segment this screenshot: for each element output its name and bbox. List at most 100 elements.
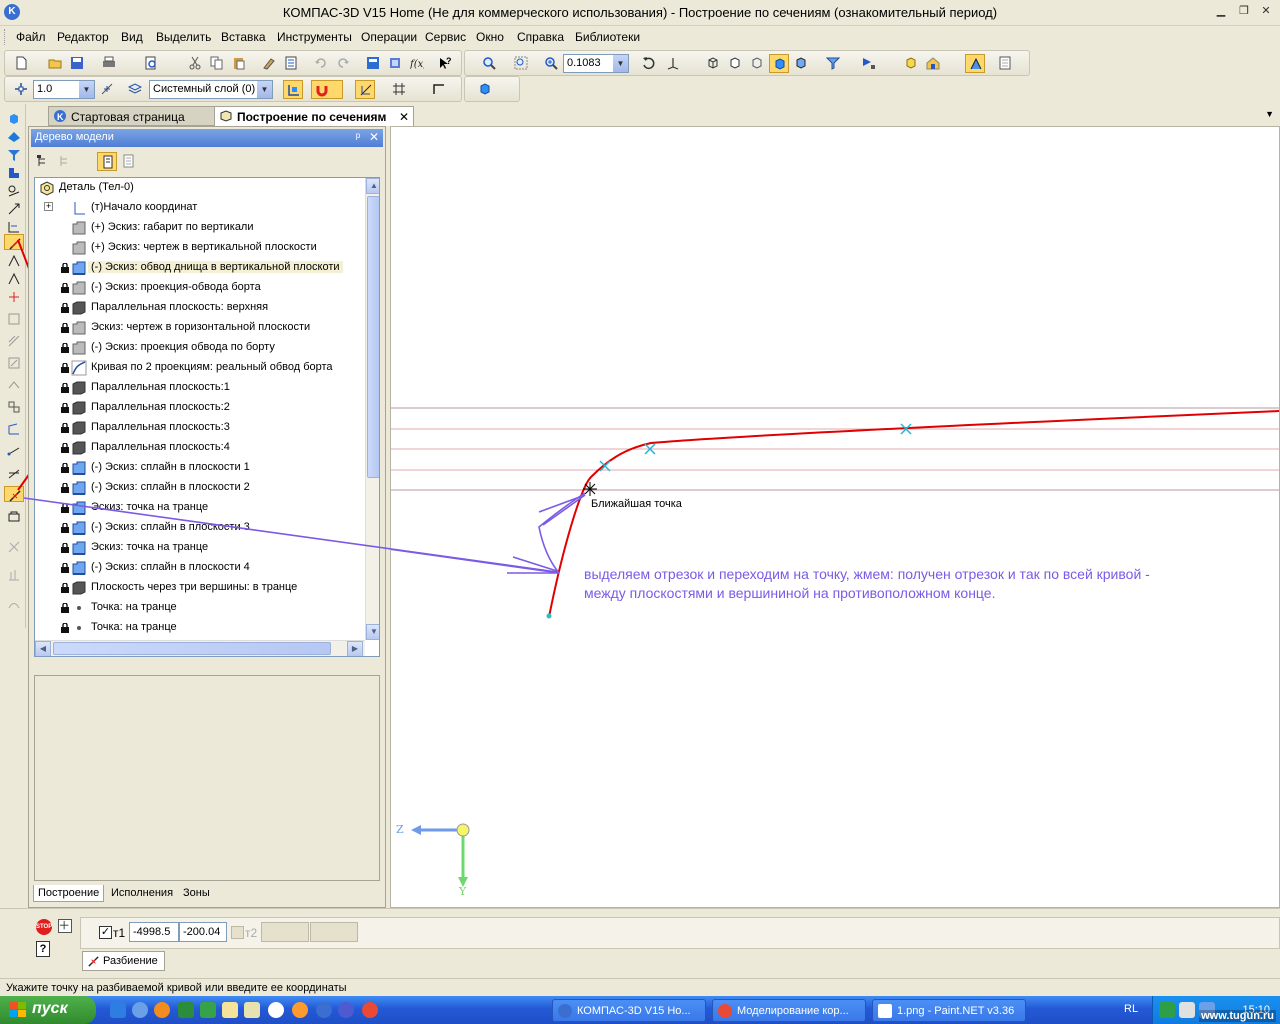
messenger-icon[interactable] <box>132 1002 148 1018</box>
menu-editor[interactable]: Редактор <box>57 30 109 44</box>
recycle-icon[interactable] <box>178 1002 194 1018</box>
ie-icon[interactable] <box>110 1002 126 1018</box>
undo-button[interactable] <box>311 54 331 73</box>
object-button[interactable] <box>901 54 921 73</box>
tab-construction[interactable]: Построение <box>33 885 105 902</box>
tabs-menu-icon[interactable]: ▼ <box>1265 109 1274 119</box>
redo-button[interactable] <box>333 54 353 73</box>
t1-checkbox[interactable]: ✓ <box>99 926 112 939</box>
shaded-button[interactable] <box>769 54 789 73</box>
copy-button[interactable] <box>207 54 227 73</box>
snap-button[interactable] <box>97 80 117 99</box>
pin-icon[interactable]: ᵖ <box>351 130 365 144</box>
tree-order-button[interactable] <box>97 152 117 171</box>
menu-help[interactable]: Справка <box>517 30 564 44</box>
grid-button[interactable] <box>389 80 409 99</box>
tab-zones[interactable]: Зоны <box>179 885 214 902</box>
tree-structure-button[interactable] <box>33 152 53 171</box>
color-button[interactable] <box>923 54 943 73</box>
expand-icon[interactable]: + <box>44 202 53 211</box>
language-indicator[interactable]: RL <box>1124 1003 1138 1015</box>
zoom-button[interactable] <box>541 54 561 73</box>
t1-x-field[interactable]: -4998.5 <box>129 922 179 942</box>
preview-button[interactable] <box>141 54 161 73</box>
tree-item[interactable]: Точка: на транце <box>35 598 365 618</box>
gear-icon[interactable] <box>200 1002 216 1018</box>
menu-operations[interactable]: Операции <box>361 30 417 44</box>
properties-button[interactable] <box>259 54 279 73</box>
curve-tool-15-button[interactable] <box>4 538 24 554</box>
zoom-window-button[interactable] <box>479 54 499 73</box>
chrome-icon[interactable] <box>362 1002 378 1018</box>
tree-item[interactable]: (+) Эскиз: габарит по вертикали <box>35 218 365 238</box>
tree-item[interactable]: Точка: на транце <box>35 618 365 638</box>
tree-item[interactable]: Параллельная плоскость:1 <box>35 378 365 398</box>
minimize-button[interactable]: ▁ <box>1214 5 1228 19</box>
tab-section-build[interactable]: Построение по сечениям ✕ <box>214 106 414 126</box>
zoom-all-button[interactable] <box>511 54 531 73</box>
tree-item[interactable]: (+) Эскиз: чертеж в вертикальной плоскос… <box>35 238 365 258</box>
tree-item[interactable]: Параллельная плоскость:3 <box>35 418 365 438</box>
wireframe-button[interactable] <box>703 54 723 73</box>
menu-select[interactable]: Выделить <box>156 30 211 44</box>
context-help-button[interactable]: ? <box>435 54 455 73</box>
start-button[interactable]: пуск <box>0 996 96 1024</box>
scroll-up-icon[interactable]: ▲ <box>366 178 379 194</box>
measure-button[interactable] <box>995 54 1015 73</box>
hidden-lines-button[interactable] <box>725 54 745 73</box>
tab-versions[interactable]: Исполнения <box>107 885 177 902</box>
scroll-left-icon[interactable]: ◀ <box>35 641 51 656</box>
scroll-down-icon[interactable]: ▼ <box>366 624 379 640</box>
geometry-button[interactable] <box>355 80 375 99</box>
library-button[interactable] <box>385 54 405 73</box>
shaded-edges-button[interactable] <box>791 54 811 73</box>
paste-button[interactable] <box>229 54 249 73</box>
menu-service[interactable]: Сервис <box>425 30 466 44</box>
tray-network-icon[interactable] <box>1179 1002 1195 1018</box>
task-chrome[interactable]: Моделирование кор... <box>712 999 866 1022</box>
tree-item[interactable]: + (т)Начало координат <box>35 198 365 218</box>
layer-button[interactable] <box>125 80 145 99</box>
tree-horizontal-scrollbar[interactable]: ◀ ▶ <box>35 640 365 656</box>
task-paint[interactable]: 1.png - Paint.NET v3.36 <box>872 999 1026 1022</box>
tree-item[interactable]: Эскиз: точка на транце <box>35 498 365 518</box>
thin-hidden-button[interactable] <box>747 54 767 73</box>
scroll-right-icon[interactable]: ▶ <box>347 641 363 656</box>
variables-button[interactable] <box>363 54 383 73</box>
tree-item[interactable]: Кривая по 2 проекциям: реальный обвод бо… <box>35 358 365 378</box>
orientation-button[interactable] <box>663 54 683 73</box>
tree-relations-button[interactable] <box>119 152 139 171</box>
model-tree-list[interactable]: Деталь (Тел-0) + (т)Начало координат (+) Э… <box>34 177 380 657</box>
tab-close-icon[interactable]: ✕ <box>399 110 409 124</box>
tree-item[interactable]: Параллельная плоскость:4 <box>35 438 365 458</box>
display-mode-button[interactable] <box>475 80 509 99</box>
auto-create-icon[interactable] <box>58 919 72 933</box>
tray-app-icon[interactable] <box>1159 1002 1175 1018</box>
menu-insert[interactable]: Вставка <box>221 30 266 44</box>
tree-item[interactable]: Параллельная плоскость: верхняя <box>35 298 365 318</box>
scroll-thumb[interactable] <box>367 196 379 478</box>
restore-button[interactable]: ❐ <box>1237 5 1251 19</box>
zoom-combo[interactable]: 0.1083 ▼ <box>563 54 629 73</box>
layer-combo[interactable]: Системный слой (0) ▼ <box>149 80 273 99</box>
kompas-icon[interactable] <box>316 1002 332 1018</box>
fx-button[interactable]: f(x) <box>407 54 427 73</box>
menu-libraries[interactable]: Библиотеки <box>575 30 640 44</box>
explorer-icon[interactable] <box>244 1002 260 1018</box>
kompas-2-icon[interactable] <box>338 1002 354 1018</box>
manager-button[interactable] <box>281 54 301 73</box>
close-button[interactable]: ✕ <box>1259 5 1273 19</box>
tree-item[interactable]: Параллельная плоскость:2 <box>35 398 365 418</box>
cut-button[interactable] <box>185 54 205 73</box>
perspective-button[interactable] <box>965 54 985 73</box>
help-icon[interactable]: ? <box>36 941 50 957</box>
tree-item[interactable]: Плоскость через три вершины: в транце <box>35 578 365 598</box>
notepad-icon[interactable] <box>222 1002 238 1018</box>
tab-start-page[interactable]: K Стартовая страница <box>48 106 218 126</box>
curve-tool-17-button[interactable] <box>4 596 24 612</box>
sketch-button[interactable] <box>283 80 303 99</box>
ortho-button[interactable] <box>429 80 449 99</box>
tree-item[interactable]: Эскиз: чертеж в горизонтальной плоскости <box>35 318 365 338</box>
hscroll-thumb[interactable] <box>53 642 331 655</box>
stop-icon[interactable]: STOP <box>36 919 52 935</box>
